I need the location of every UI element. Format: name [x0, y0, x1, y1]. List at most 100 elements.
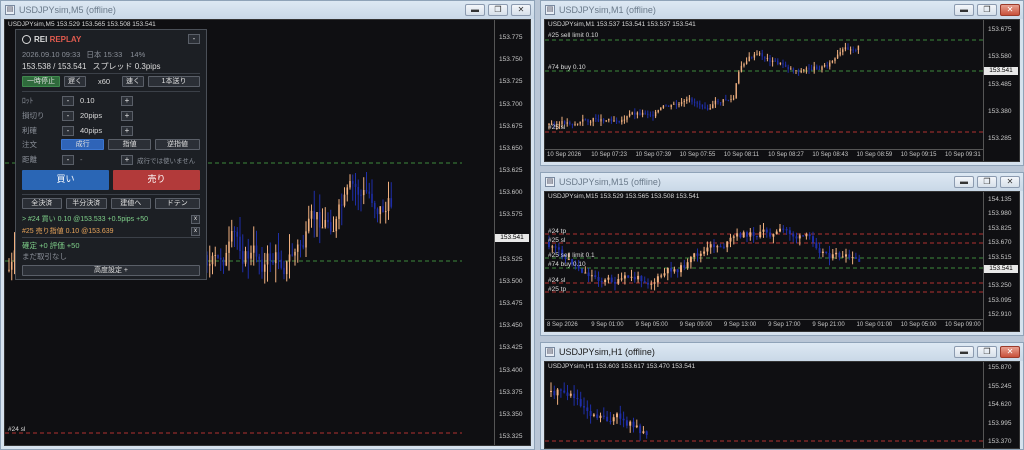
- candle: [239, 216, 241, 259]
- chart-icon: ▤: [545, 5, 555, 15]
- price-tick: 153.250: [988, 282, 1012, 290]
- current-price-tag: 153.541: [984, 265, 1018, 273]
- lot-plus-button[interactable]: +: [121, 95, 133, 106]
- time-tick: 9 Sep 01:00: [591, 322, 624, 328]
- candle: [630, 269, 633, 282]
- candle: [277, 233, 280, 270]
- sell-button[interactable]: 売り: [113, 170, 200, 190]
- buy-button[interactable]: 買い: [22, 170, 109, 190]
- close-button[interactable]: ✕: [1000, 4, 1020, 16]
- slower-button[interactable]: 遅く: [64, 76, 86, 87]
- candle: [606, 410, 609, 422]
- time-tick: 10 Sep 2026: [547, 152, 582, 158]
- breakeven-button[interactable]: 建値へ: [111, 198, 151, 209]
- restore-button[interactable]: ❐: [977, 4, 997, 16]
- current-price-tag: 153.541: [984, 67, 1018, 75]
- candle: [602, 407, 605, 420]
- titlebar-m15[interactable]: ▤ USDJPYsim,M15 (offline) ▬ ❐ ✕: [541, 173, 1023, 191]
- restore-button[interactable]: ❐: [977, 176, 997, 188]
- chart-area-h1[interactable]: USDJPYsim,H1 153.603 153.617 153.470 153…: [544, 361, 1020, 449]
- candle: [626, 115, 628, 123]
- candle: [727, 99, 730, 102]
- cancel-order-button[interactable]: x: [191, 226, 200, 236]
- candle: [247, 238, 250, 279]
- candles-m1: [545, 39, 987, 133]
- candle: [712, 100, 714, 109]
- faster-button[interactable]: 速く: [122, 76, 144, 87]
- candle: [639, 109, 641, 116]
- lot-minus-button[interactable]: -: [62, 95, 74, 106]
- tp-plus-button[interactable]: +: [121, 125, 133, 136]
- level-label: #25 tp: [548, 286, 567, 293]
- dist-plus-button[interactable]: +: [121, 154, 133, 165]
- minimize-button[interactable]: ▬: [954, 346, 974, 358]
- close-button[interactable]: ✕: [511, 4, 531, 16]
- replay-datetime: 2026.09.10 09:33: [22, 50, 81, 59]
- pnl-summary: 確定 +0 評価 +50: [22, 241, 80, 250]
- time-tick: 10 Sep 09:31: [945, 152, 981, 158]
- order-limit-button[interactable]: 指値: [108, 139, 152, 150]
- collapse-button[interactable]: -: [188, 34, 200, 44]
- candle: [252, 226, 255, 266]
- minimize-button[interactable]: ▬: [954, 176, 974, 188]
- price-tick: 153.750: [499, 56, 523, 64]
- candle: [321, 208, 324, 229]
- candle: [269, 242, 272, 273]
- price-axis: 153.675 153.580 153.485 153.380 153.285 153.5…: [983, 20, 1019, 161]
- chart-area-m15[interactable]: USDJPYsim,M15 153.529 153.565 153.508 15…: [544, 191, 1020, 332]
- sl-plus-button[interactable]: +: [121, 110, 133, 121]
- pause-button[interactable]: 一時停止: [22, 76, 60, 87]
- restore-button[interactable]: ❐: [488, 4, 508, 16]
- candles-m15: [545, 222, 987, 293]
- close-button[interactable]: ✕: [1000, 346, 1020, 358]
- order-stop-button[interactable]: 逆指値: [155, 139, 200, 150]
- candle: [842, 47, 844, 56]
- advanced-settings-button[interactable]: 高度設定 +: [22, 265, 200, 276]
- close-button[interactable]: ✕: [1000, 176, 1020, 188]
- step-button[interactable]: 1本送り: [148, 76, 200, 87]
- titlebar-m5[interactable]: ▤ USDJPYsim,M5 (offline) ▬ ❐ ✕: [1, 1, 534, 19]
- candle: [749, 228, 752, 241]
- candle: [657, 109, 659, 114]
- candle: [349, 174, 351, 190]
- time-tick: 9 Sep 05:00: [635, 322, 668, 328]
- order-market-button[interactable]: 成行: [61, 139, 105, 150]
- candle: [241, 234, 244, 273]
- close-position-button[interactable]: x: [191, 214, 200, 224]
- titlebar-h1[interactable]: ▤ USDJPYsim,H1 (offline) ▬ ❐ ✕: [541, 343, 1023, 361]
- candle: [745, 57, 748, 65]
- tp-minus-button[interactable]: -: [62, 125, 74, 136]
- candle: [660, 107, 662, 111]
- candle: [805, 66, 808, 74]
- candle: [746, 230, 748, 243]
- chart-window-m1[interactable]: ▤ USDJPYsim,M1 (offline) ▬ ❐ ✕ USDJPYsim…: [540, 0, 1024, 166]
- candle: [666, 267, 669, 281]
- chart-window-m15[interactable]: ▤ USDJPYsim,M15 (offline) ▬ ❐ ✕ USDJPYsi…: [540, 172, 1024, 336]
- replay-panel[interactable]: REI REPLAY - 2026.09.10 09:33 日本 15:33 1…: [15, 29, 207, 280]
- chart-area-m1[interactable]: USDJPYsim,M1 153.537 153.541 153.537 153…: [544, 19, 1020, 162]
- candle: [653, 278, 656, 291]
- minimize-button[interactable]: ▬: [465, 4, 485, 16]
- dist-minus-button[interactable]: -: [62, 154, 74, 165]
- candle: [595, 114, 597, 122]
- chart-window-h1[interactable]: ▤ USDJPYsim,H1 (offline) ▬ ❐ ✕ USDJPYsim…: [540, 342, 1024, 450]
- candle: [676, 268, 679, 278]
- close-half-button[interactable]: 半分決済: [65, 198, 108, 209]
- doten-button[interactable]: ドテン: [154, 198, 201, 209]
- titlebar-m1[interactable]: ▤ USDJPYsim,M1 (offline) ▬ ❐ ✕: [541, 1, 1023, 19]
- candle: [636, 111, 639, 119]
- sl-minus-button[interactable]: -: [62, 110, 74, 121]
- price-tick: 153.580: [988, 53, 1012, 61]
- candle: [576, 123, 579, 126]
- restore-button[interactable]: ❐: [977, 346, 997, 358]
- minimize-button[interactable]: ▬: [954, 4, 974, 16]
- candle: [714, 97, 717, 108]
- candle: [798, 233, 801, 246]
- candle: [693, 252, 696, 262]
- candle: [772, 233, 775, 244]
- time-tick: 10 Sep 09:15: [900, 152, 937, 158]
- close-all-button[interactable]: 全決済: [22, 198, 62, 209]
- candle: [597, 271, 600, 287]
- candle: [645, 430, 648, 439]
- candle: [739, 231, 742, 239]
